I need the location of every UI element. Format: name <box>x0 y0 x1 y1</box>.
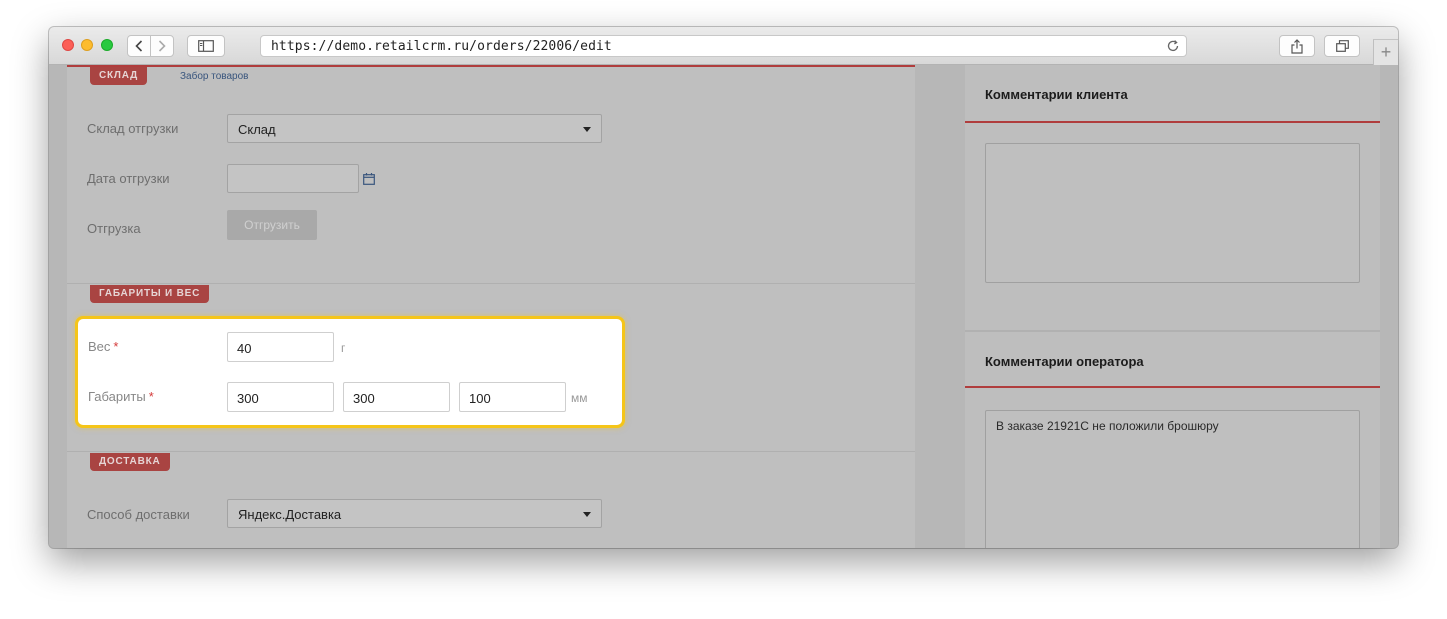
sidebar-icon <box>198 40 214 52</box>
delivery-method-value: Яндекс.Доставка <box>238 507 342 522</box>
operator-comments-textarea[interactable]: В заказе 21921C не положили брошюру <box>985 410 1360 548</box>
weight-value: 40 <box>237 341 252 356</box>
shipping-warehouse-label: Склад отгрузки <box>87 121 179 136</box>
delivery-method-select[interactable]: Яндекс.Доставка <box>227 499 602 528</box>
section-divider <box>67 283 915 284</box>
share-button[interactable] <box>1279 35 1315 57</box>
dimensions-section-tag: ГАБАРИТЫ И ВЕС <box>90 285 210 303</box>
chevron-down-icon <box>583 512 591 517</box>
height-value: 100 <box>469 391 491 406</box>
shipping-warehouse-value: Склад <box>238 122 276 137</box>
show-tabs-button[interactable] <box>1324 35 1360 57</box>
length-input[interactable]: 300 <box>227 382 334 412</box>
pick-goods-link[interactable]: Забор товаров <box>180 71 248 82</box>
back-button[interactable] <box>127 35 151 57</box>
warehouse-section-tag: СКЛАД <box>90 67 148 85</box>
shipping-date-label: Дата отгрузки <box>87 171 170 186</box>
dimensions-label: Габариты * <box>88 389 154 404</box>
client-comments-title: Комментарии клиента <box>965 65 1380 123</box>
shipping-date-input[interactable] <box>227 164 359 193</box>
ship-button[interactable]: Отгрузить <box>227 210 317 240</box>
chevron-right-icon <box>158 40 166 52</box>
client-comments-textarea[interactable] <box>985 143 1360 283</box>
section-divider <box>67 451 915 452</box>
calendar-icon[interactable] <box>363 173 375 185</box>
length-value: 300 <box>237 391 259 406</box>
zoom-window-button[interactable] <box>101 39 113 51</box>
operator-comments-title: Комментарии оператора <box>965 332 1380 388</box>
sidebar-toggle-button[interactable] <box>187 35 225 57</box>
client-comments-card: Комментарии клиента <box>965 65 1380 330</box>
address-bar[interactable]: https://demo.retailcrm.ru/orders/22006/e… <box>260 35 1187 57</box>
reload-icon[interactable] <box>1166 39 1180 53</box>
plus-icon: + <box>1380 42 1392 62</box>
required-mark: * <box>148 389 154 404</box>
chevron-left-icon <box>135 40 143 52</box>
width-input[interactable]: 300 <box>343 382 450 412</box>
order-form-panel: СКЛАД Забор товаров Склад отгрузки Склад… <box>67 65 915 548</box>
weight-label: Вес * <box>88 339 119 354</box>
section-top-border <box>67 65 915 67</box>
close-window-button[interactable] <box>62 39 74 51</box>
minimize-window-button[interactable] <box>81 39 93 51</box>
url-text: https://demo.retailcrm.ru/orders/22006/e… <box>271 39 612 54</box>
weight-unit: г <box>341 341 346 355</box>
share-icon <box>1291 38 1303 54</box>
weight-input[interactable]: 40 <box>227 332 334 362</box>
width-value: 300 <box>353 391 375 406</box>
forward-button[interactable] <box>150 35 174 57</box>
new-tab-button[interactable]: + <box>1373 39 1398 65</box>
dimensions-weight-highlight: Вес * 40 г Габариты * 300 300 100 мм <box>75 316 625 428</box>
page-content: СКЛАД Забор товаров Склад отгрузки Склад… <box>49 65 1398 548</box>
shipment-label: Отгрузка <box>87 221 141 236</box>
operator-comments-text: В заказе 21921C не положили брошюру <box>996 419 1219 433</box>
delivery-section-tag: ДОСТАВКА <box>90 453 170 471</box>
browser-window: https://demo.retailcrm.ru/orders/22006/e… <box>49 27 1398 548</box>
shipping-warehouse-select[interactable]: Склад <box>227 114 602 143</box>
browser-toolbar: https://demo.retailcrm.ru/orders/22006/e… <box>49 27 1398 65</box>
tabs-icon <box>1335 40 1349 52</box>
delivery-method-label: Способ доставки <box>87 507 190 522</box>
dimensions-unit: мм <box>571 391 588 405</box>
height-input[interactable]: 100 <box>459 382 566 412</box>
required-mark: * <box>113 339 119 354</box>
chevron-down-icon <box>583 127 591 132</box>
operator-comments-card: Комментарии оператора В заказе 21921C не… <box>965 332 1380 548</box>
